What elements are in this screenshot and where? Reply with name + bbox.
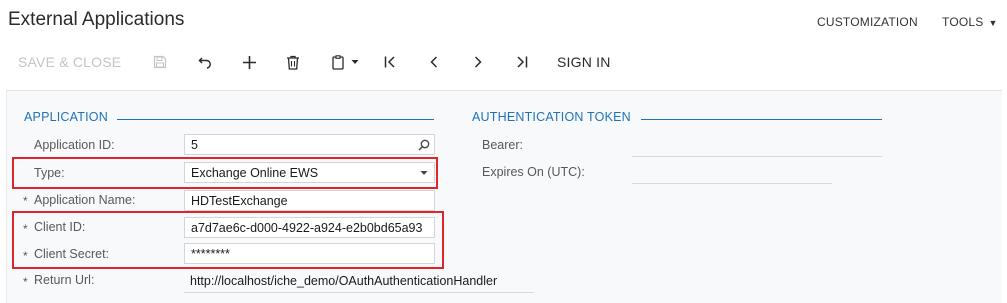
required-marker: *: [23, 222, 28, 236]
next-record-icon: [474, 56, 482, 68]
application-section-title: APPLICATION: [24, 110, 108, 124]
type-value: Exchange Online EWS: [191, 165, 319, 180]
application-section-divider: [117, 119, 434, 120]
authentication-token-section-divider: [641, 119, 882, 120]
application-name-label: Application Name:: [34, 193, 136, 207]
undo-icon: [197, 57, 211, 69]
customization-menu[interactable]: CUSTOMIZATION: [817, 15, 918, 29]
client-secret-label: Client Secret:: [34, 247, 110, 261]
last-record-icon: [517, 56, 528, 68]
first-record-button[interactable]: [381, 52, 399, 72]
required-marker: *: [23, 275, 28, 289]
delete-button[interactable]: [284, 52, 302, 72]
client-secret-field[interactable]: ********: [184, 243, 435, 264]
bearer-label: Bearer:: [482, 138, 523, 152]
page-title: External Applications: [8, 9, 185, 30]
client-secret-value: ********: [191, 246, 230, 261]
application-name-value: HDTestExchange: [191, 193, 288, 208]
required-marker: *: [23, 249, 28, 263]
tools-menu[interactable]: TOOLS ▼: [942, 15, 998, 29]
previous-record-button[interactable]: [425, 52, 443, 72]
search-icon[interactable]: [414, 139, 434, 151]
client-id-label: Client ID:: [34, 220, 86, 234]
return-url-underline: [184, 292, 534, 293]
chevron-down-icon: [414, 170, 434, 176]
tools-label: TOOLS: [942, 15, 984, 29]
copy-paste-icon: [332, 54, 344, 70]
application-id-field[interactable]: 5: [184, 134, 435, 155]
add-icon: [242, 55, 256, 69]
first-record-icon: [384, 56, 395, 68]
chevron-down-icon: ▼: [988, 18, 998, 28]
return-url-value[interactable]: http://localhost/iche_demo/OAuthAuthenti…: [190, 274, 497, 288]
client-id-field[interactable]: a7d7ae6c-d000-4922-a924-e2b0bd65a93: [184, 217, 435, 238]
add-button[interactable]: [240, 52, 258, 72]
chevron-down-icon: [351, 60, 359, 64]
save-button[interactable]: [151, 52, 169, 72]
save-icon: [153, 55, 167, 69]
type-select[interactable]: Exchange Online EWS: [184, 162, 435, 183]
last-record-button[interactable]: [513, 52, 531, 72]
application-id-label: Application ID:: [34, 138, 115, 152]
copy-paste-button[interactable]: [328, 52, 362, 72]
expires-on-label: Expires On (UTC):: [482, 165, 585, 179]
bearer-underline: [632, 156, 882, 157]
delete-icon: [287, 55, 299, 70]
sign-in-button[interactable]: SIGN IN: [557, 52, 617, 72]
type-label: Type:: [34, 166, 65, 180]
application-name-field[interactable]: HDTestExchange: [184, 190, 435, 211]
client-id-value: a7d7ae6c-d000-4922-a924-e2b0bd65a93: [191, 220, 423, 235]
authentication-token-section-title: AUTHENTICATION TOKEN: [472, 110, 631, 124]
expires-on-underline: [632, 183, 832, 184]
undo-button[interactable]: [196, 52, 214, 72]
return-url-label: Return Url:: [34, 273, 95, 287]
required-marker: *: [23, 194, 28, 208]
save-close-button[interactable]: SAVE & CLOSE: [18, 52, 128, 72]
next-record-button[interactable]: [469, 52, 487, 72]
application-id-value: 5: [191, 137, 198, 152]
previous-record-icon: [430, 56, 438, 68]
